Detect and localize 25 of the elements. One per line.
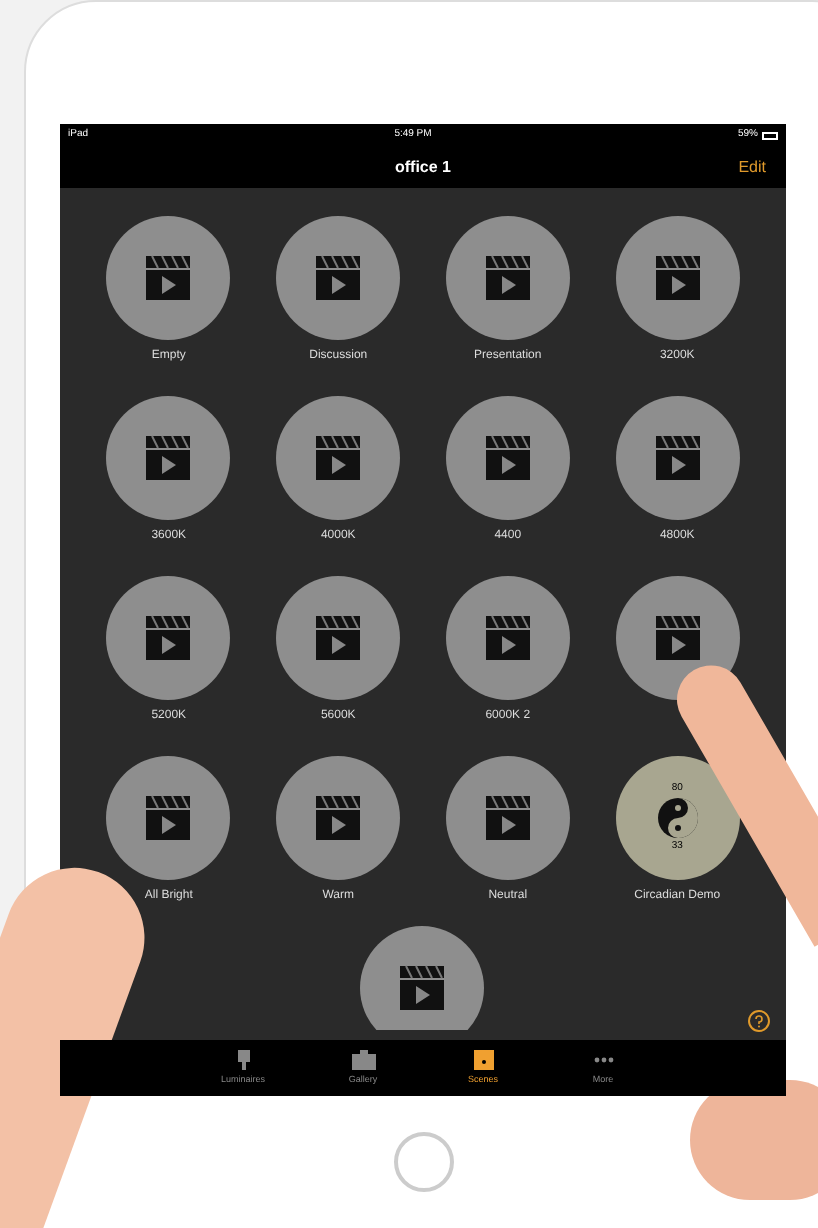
clapperboard-play-icon <box>314 614 363 662</box>
clapperboard-play-icon <box>144 794 193 842</box>
clapperboard-play-icon <box>483 254 532 302</box>
scene-tab-icon <box>473 1049 493 1070</box>
nav-title: office 1 <box>394 155 451 179</box>
clapperboard-play-icon <box>314 254 363 302</box>
battery-icon <box>762 131 778 139</box>
clapperboard-play-icon <box>144 254 193 302</box>
briefcase-icon <box>351 1049 375 1070</box>
lamp-icon <box>235 1049 251 1070</box>
clapperboard-play-icon <box>653 434 702 482</box>
clapperboard-play-icon <box>483 434 532 482</box>
clapperboard-play-icon <box>314 434 363 482</box>
scene-button[interactable] <box>360 926 484 1030</box>
clapperboard-play-icon <box>398 964 446 1012</box>
edit-button[interactable]: Edit <box>738 155 766 179</box>
clapperboard-play-icon <box>653 254 702 302</box>
yin-yang-icon <box>655 796 700 840</box>
help-icon[interactable] <box>748 1010 770 1032</box>
clapperboard-play-icon <box>483 794 532 842</box>
clapperboard-play-icon <box>314 794 363 842</box>
clapperboard-play-icon <box>144 434 193 482</box>
clapperboard-play-icon <box>653 614 702 662</box>
clapperboard-play-icon <box>144 614 193 662</box>
clapperboard-play-icon <box>483 614 532 662</box>
